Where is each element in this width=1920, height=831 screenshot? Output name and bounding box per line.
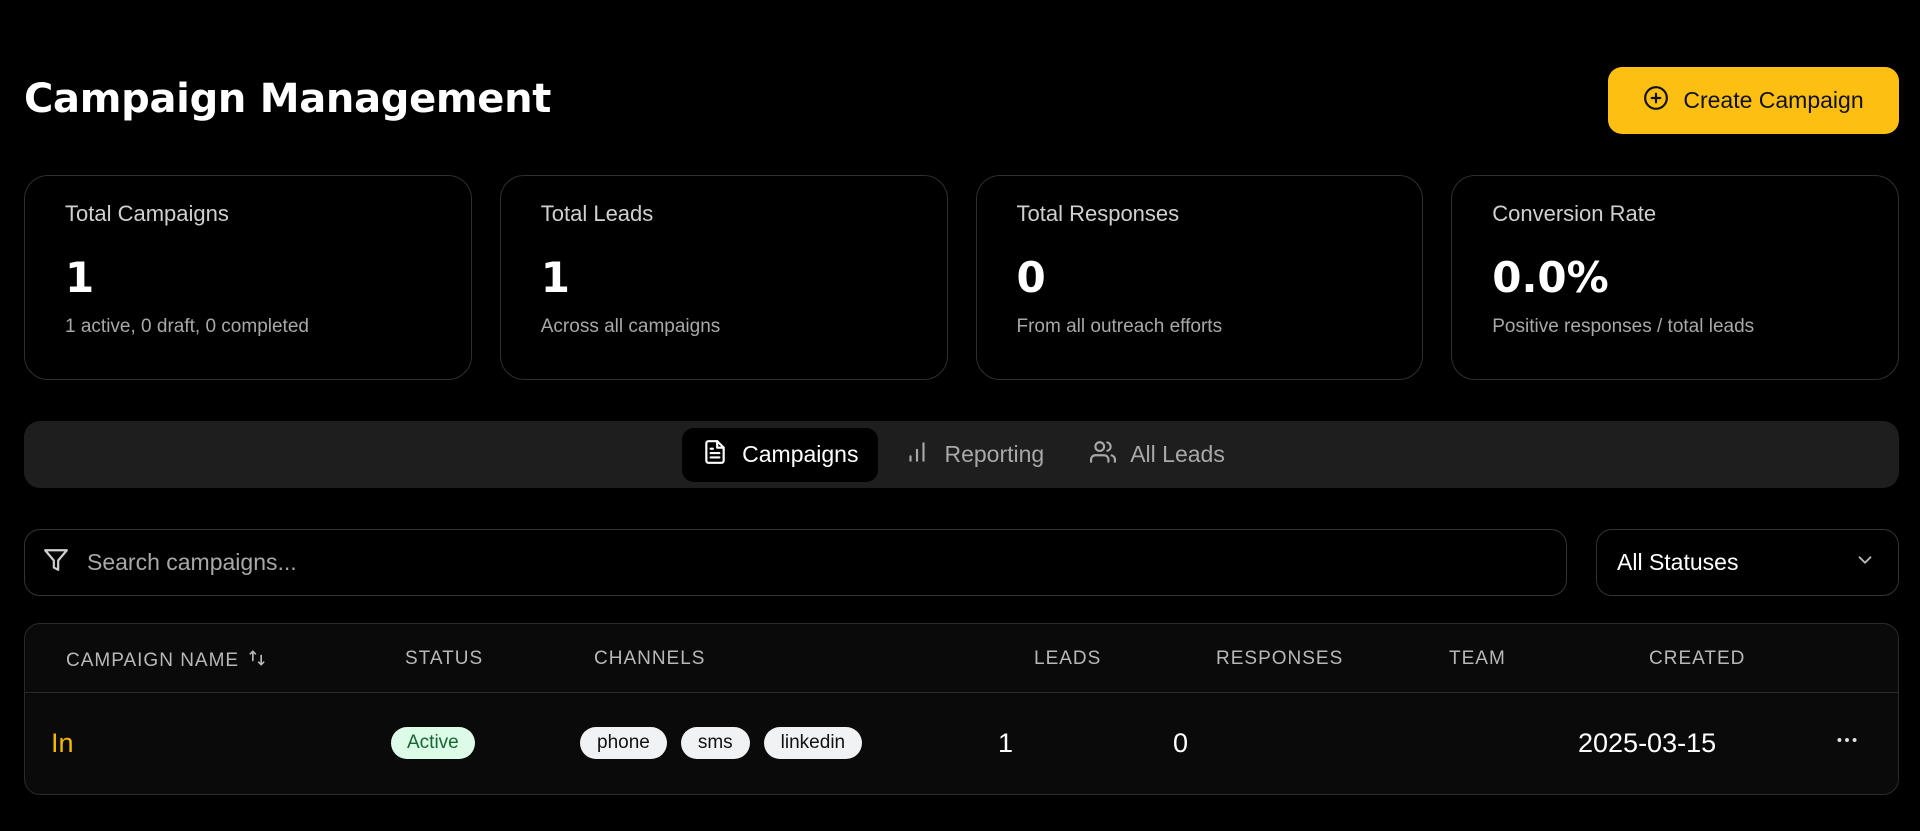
column-header-label: CAMPAIGN NAME xyxy=(66,650,240,671)
column-header-status: STATUS xyxy=(405,648,484,669)
search-input[interactable] xyxy=(87,549,1487,576)
channel-chip: phone xyxy=(580,727,667,759)
stat-card-total-leads: Total Leads 1 Across all campaigns xyxy=(499,175,948,380)
responses-cell: 0 xyxy=(1173,727,1189,758)
column-header-team: TEAM xyxy=(1449,648,1506,669)
campaigns-table: CAMPAIGN NAME STATUS CHANNELS LEADS RESP… xyxy=(24,623,1899,795)
tab-label: All Leads xyxy=(1130,441,1225,467)
filter-icon xyxy=(43,547,69,578)
stat-card-total-campaigns: Total Campaigns 1 1 active, 0 draft, 0 c… xyxy=(24,175,472,380)
status-filter-value: All Statuses xyxy=(1617,549,1739,575)
table-header: CAMPAIGN NAME STATUS CHANNELS LEADS RESP… xyxy=(25,624,1898,693)
campaign-name-link[interactable]: In xyxy=(51,728,74,759)
channels-cell: phone sms linkedin xyxy=(580,693,863,793)
column-header-responses: RESPONSES xyxy=(1216,648,1344,669)
sort-icon xyxy=(247,648,267,674)
stat-subtext: Positive responses / total leads xyxy=(1492,316,1755,337)
stat-card-conversion-rate: Conversion Rate 0.0% Positive responses … xyxy=(1451,175,1899,380)
column-header-leads: LEADS xyxy=(1034,648,1102,669)
status-filter-select[interactable]: All Statuses xyxy=(1596,529,1899,596)
more-horizontal-icon xyxy=(1834,727,1860,760)
stat-value: 0.0% xyxy=(1492,253,1609,302)
table-row[interactable]: In Active phone sms linkedin 1 0 2025-03… xyxy=(25,693,1898,794)
stat-value: 1 xyxy=(65,253,95,302)
channel-chip: sms xyxy=(680,727,750,759)
tabs-bar: Campaigns Reporting All Leads xyxy=(24,421,1899,488)
stat-value: 0 xyxy=(1016,253,1046,302)
bar-chart-icon xyxy=(904,439,930,471)
stat-subtext: Across all campaigns xyxy=(540,316,721,337)
tab-all-leads[interactable]: All Leads xyxy=(1070,428,1245,482)
stat-card-total-responses: Total Responses 0 From all outreach effo… xyxy=(975,175,1424,380)
stat-subtext: 1 active, 0 draft, 0 completed xyxy=(65,316,309,337)
stat-label: Total Leads xyxy=(540,201,654,226)
status-cell: Active xyxy=(391,693,475,793)
leads-cell: 1 xyxy=(998,727,1014,758)
create-campaign-button[interactable]: Create Campaign xyxy=(1608,67,1899,134)
tab-label: Campaigns xyxy=(742,441,859,467)
column-header-created: CREATED xyxy=(1649,648,1746,669)
tab-campaigns[interactable]: Campaigns xyxy=(682,427,879,482)
tab-list: Campaigns Reporting All Leads xyxy=(682,427,1245,482)
channel-chip: linkedin xyxy=(763,727,863,759)
row-actions-button[interactable] xyxy=(1834,693,1860,793)
tab-label: Reporting xyxy=(944,441,1045,467)
status-badge: Active xyxy=(391,727,475,759)
column-header-channels: CHANNELS xyxy=(594,648,706,669)
tab-reporting[interactable]: Reporting xyxy=(884,428,1064,482)
stat-label: Total Campaigns xyxy=(65,201,229,226)
users-icon xyxy=(1090,439,1117,471)
created-cell: 2025-03-15 xyxy=(1578,727,1717,758)
page-title: Campaign Management xyxy=(24,76,552,122)
stats-row: Total Campaigns 1 1 active, 0 draft, 0 c… xyxy=(24,175,1899,380)
search-box xyxy=(24,529,1567,596)
create-campaign-label: Create Campaign xyxy=(1683,87,1864,113)
stat-label: Total Responses xyxy=(1016,201,1180,226)
stat-subtext: From all outreach efforts xyxy=(1016,316,1223,337)
stat-value: 1 xyxy=(540,253,570,302)
file-text-icon xyxy=(702,439,728,471)
stat-label: Conversion Rate xyxy=(1492,201,1657,226)
plus-circle-icon xyxy=(1643,85,1669,117)
chevron-down-icon xyxy=(1854,549,1876,577)
column-header-campaign-name[interactable]: CAMPAIGN NAME xyxy=(66,648,267,674)
campaign-name-cell: In xyxy=(51,693,74,793)
